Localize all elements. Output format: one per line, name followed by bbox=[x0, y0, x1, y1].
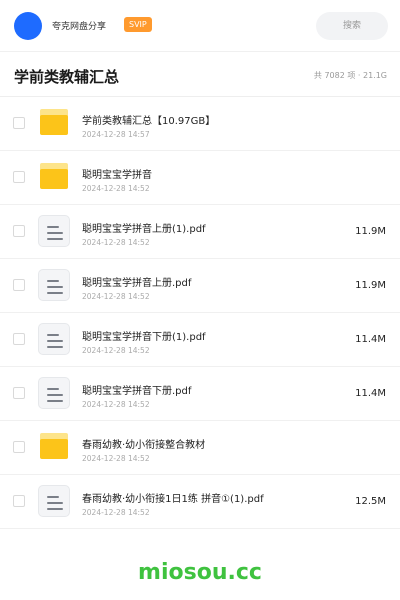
svip-badge: SVIP bbox=[124, 17, 152, 32]
file-name[interactable]: 春雨幼教·幼小衔接整合教材 bbox=[82, 436, 205, 451]
file-row[interactable]: 聪明宝宝学拼音上册.pdf 2024-12-28 14:52 11.9M bbox=[0, 259, 400, 313]
search-button[interactable]: 搜索 bbox=[316, 12, 388, 40]
file-date: 2024-12-28 14:52 bbox=[82, 238, 150, 247]
select-checkbox[interactable] bbox=[13, 333, 25, 345]
file-name[interactable]: 聪明宝宝学拼音 bbox=[82, 166, 152, 181]
file-name[interactable]: 聪明宝宝学拼音上册(1).pdf bbox=[82, 220, 206, 235]
file-date: 2024-12-28 14:52 bbox=[82, 508, 150, 517]
folder-icon bbox=[38, 431, 70, 463]
top-bar: 夸克网盘分享 SVIP 搜索 bbox=[0, 0, 400, 52]
document-icon bbox=[38, 269, 70, 301]
file-row[interactable]: 春雨幼教·幼小衔接整合教材 2024-12-28 14:52 bbox=[0, 421, 400, 475]
file-date: 2024-12-28 14:52 bbox=[82, 346, 150, 355]
file-row[interactable]: 聪明宝宝学拼音下册(1).pdf 2024-12-28 14:52 11.4M bbox=[0, 313, 400, 367]
page-header: 学前类教辅汇总 共 7082 项 · 21.1G bbox=[0, 52, 400, 97]
file-size: 12.5M bbox=[355, 496, 386, 507]
file-date: 2024-12-28 14:52 bbox=[82, 184, 150, 193]
select-checkbox[interactable] bbox=[13, 171, 25, 183]
select-checkbox[interactable] bbox=[13, 495, 25, 507]
file-name[interactable]: 聪明宝宝学拼音下册(1).pdf bbox=[82, 328, 206, 343]
file-date: 2024-12-28 14:52 bbox=[82, 292, 150, 301]
file-size: 11.4M bbox=[355, 334, 386, 345]
file-name[interactable]: 学前类教辅汇总【10.97GB】 bbox=[82, 112, 215, 127]
select-checkbox[interactable] bbox=[13, 117, 25, 129]
file-size: 11.9M bbox=[355, 280, 386, 291]
file-row[interactable]: 聪明宝宝学拼音下册.pdf 2024-12-28 14:52 11.4M bbox=[0, 367, 400, 421]
item-count: 共 7082 项 · 21.1G bbox=[313, 71, 387, 80]
folder-icon bbox=[38, 161, 70, 193]
watermark: miosou.cc bbox=[138, 560, 262, 585]
select-checkbox[interactable] bbox=[13, 225, 25, 237]
folder-icon bbox=[38, 107, 70, 139]
document-icon bbox=[38, 377, 70, 409]
file-row[interactable]: 春雨幼教·幼小衔接1日1练 拼音①(1).pdf 2024-12-28 14:52… bbox=[0, 475, 400, 529]
file-name[interactable]: 聪明宝宝学拼音上册.pdf bbox=[82, 274, 191, 289]
page-title: 学前类教辅汇总 bbox=[14, 68, 120, 86]
file-date: 2024-12-28 14:52 bbox=[82, 454, 150, 463]
document-icon bbox=[38, 215, 70, 247]
file-row[interactable]: 学前类教辅汇总【10.97GB】 2024-12-28 14:57 bbox=[0, 97, 400, 151]
select-checkbox[interactable] bbox=[13, 441, 25, 453]
file-list: 学前类教辅汇总【10.97GB】 2024-12-28 14:57 聪明宝宝学拼音 2… bbox=[0, 97, 400, 529]
select-checkbox[interactable] bbox=[13, 387, 25, 399]
file-size: 11.9M bbox=[355, 226, 386, 237]
file-row[interactable]: 聪明宝宝学拼音上册(1).pdf 2024-12-28 14:52 11.9M bbox=[0, 205, 400, 259]
file-name[interactable]: 聪明宝宝学拼音下册.pdf bbox=[82, 382, 191, 397]
file-row[interactable]: 聪明宝宝学拼音 2024-12-28 14:52 bbox=[0, 151, 400, 205]
document-icon bbox=[38, 485, 70, 517]
file-date: 2024-12-28 14:52 bbox=[82, 400, 150, 409]
file-name[interactable]: 春雨幼教·幼小衔接1日1练 拼音①(1).pdf bbox=[82, 490, 264, 505]
app-name: 夸克网盘分享 bbox=[52, 22, 107, 32]
file-size: 11.4M bbox=[355, 388, 386, 399]
document-icon bbox=[38, 323, 70, 355]
avatar[interactable] bbox=[14, 12, 42, 40]
select-checkbox[interactable] bbox=[13, 279, 25, 291]
file-date: 2024-12-28 14:57 bbox=[82, 130, 150, 139]
